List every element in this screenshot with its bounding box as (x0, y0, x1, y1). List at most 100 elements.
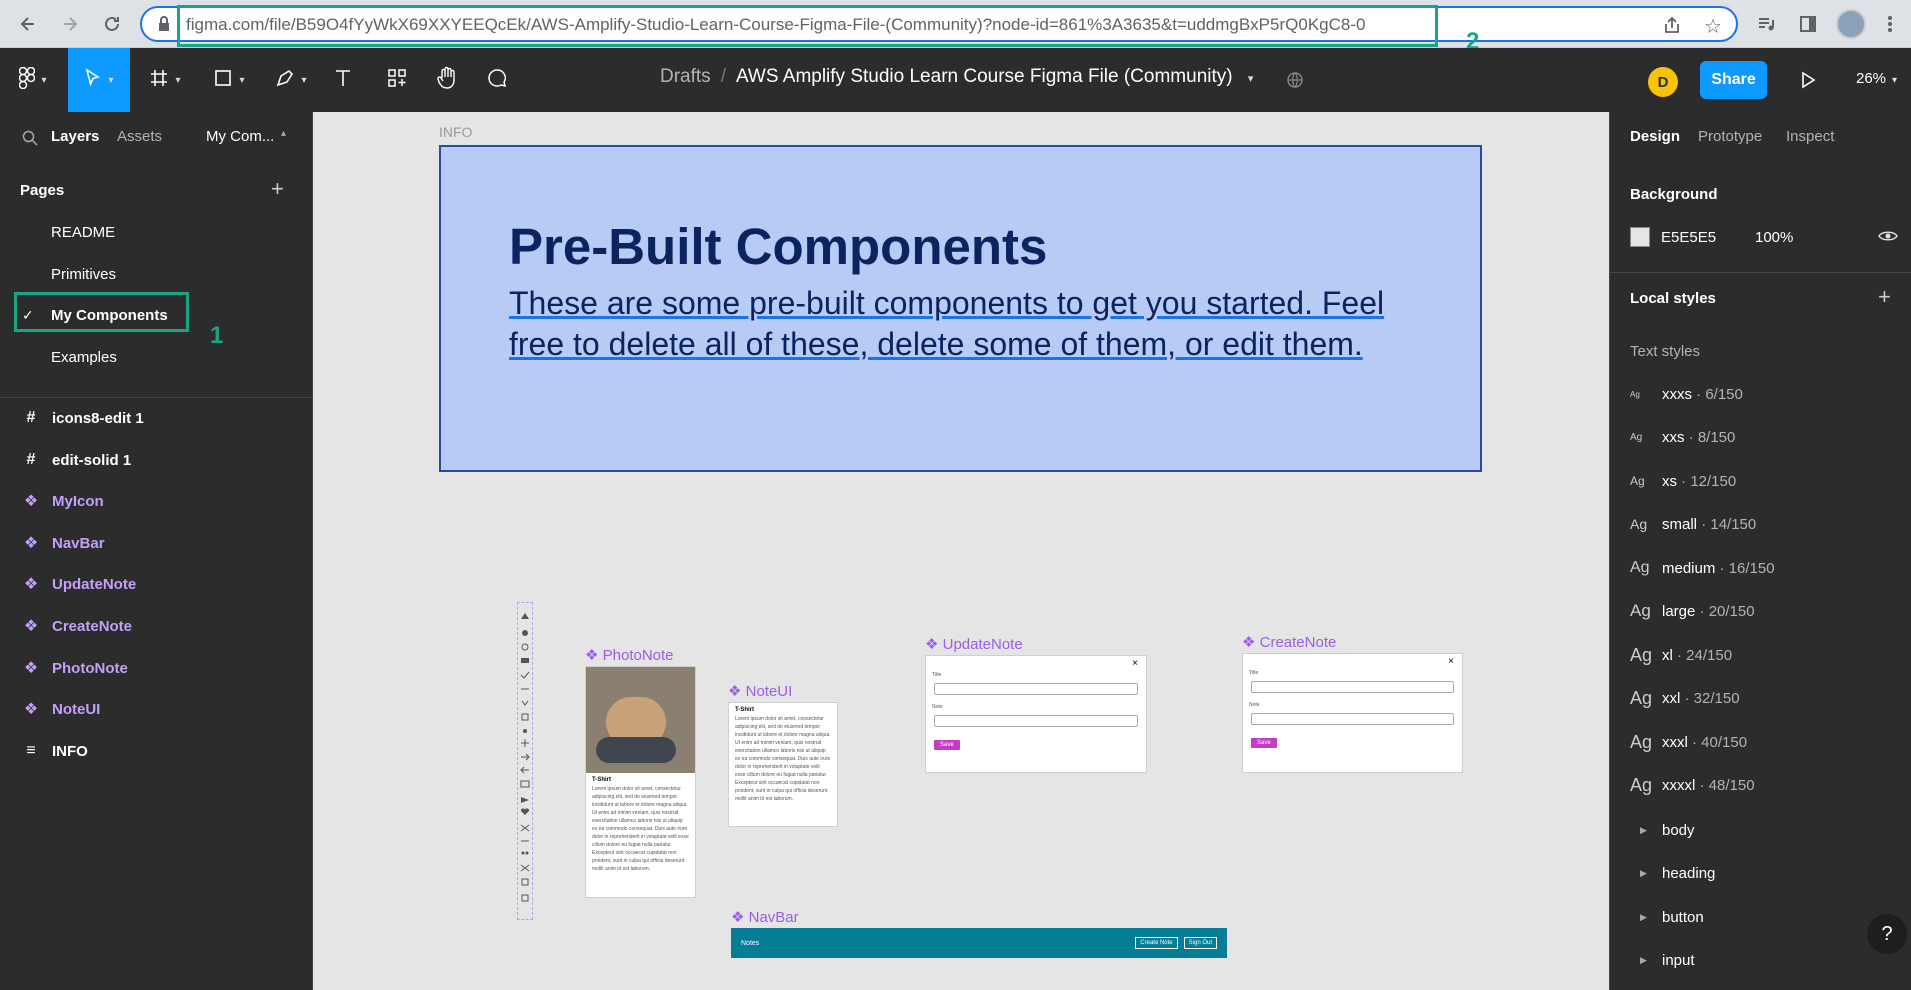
text-style-row[interactable]: Ag xxxs · 6/150 (1630, 382, 1743, 406)
layer-photonote[interactable]: ❖ PhotoNote (20, 656, 300, 680)
component-icon: ❖ (23, 618, 39, 635)
comment-tool-button[interactable] (482, 48, 512, 112)
text-style-name: xxxs (1662, 385, 1692, 403)
close-icon[interactable]: × (926, 656, 1146, 669)
browser-menu-icon[interactable] (1876, 10, 1904, 38)
zoom-level[interactable]: 26% ▾ (1856, 70, 1897, 87)
save-button[interactable]: Save (934, 740, 960, 750)
help-button[interactable]: ? (1867, 914, 1907, 954)
hand-tool-button[interactable] (432, 48, 462, 112)
zoom-value: 26% (1856, 70, 1887, 87)
frame-label-info[interactable]: INFO (439, 124, 472, 140)
info-frame[interactable]: Pre-Built Components These are some pre-… (439, 145, 1482, 472)
style-group-heading[interactable]: ▶ heading (1630, 861, 1715, 885)
tab-layers[interactable]: Layers (51, 128, 99, 145)
present-play-icon[interactable] (1796, 48, 1820, 112)
layer-icons8-edit[interactable]: # icons8-edit 1 (20, 406, 300, 430)
create-note-button[interactable]: Create Note (1135, 937, 1178, 949)
text-style-row[interactable]: Ag xxl · 32/150 (1630, 686, 1740, 710)
profile-avatar[interactable] (1836, 9, 1866, 39)
background-swatch[interactable] (1630, 227, 1650, 247)
style-group-input[interactable]: ▶ input (1630, 948, 1695, 972)
style-group-body[interactable]: ▶ body (1630, 818, 1695, 842)
updatenote-card[interactable]: × Title Note Save (925, 655, 1147, 773)
eye-icon[interactable] (1878, 228, 1898, 249)
navbar-component[interactable]: Notes Create Note Sign Out (731, 928, 1227, 958)
search-icon[interactable] (22, 130, 38, 151)
background-opacity-input[interactable]: 100% (1755, 229, 1793, 246)
design-canvas[interactable]: INFO Pre-Built Components These are some… (313, 112, 1609, 990)
text-style-row[interactable]: Ag xxs · 8/150 (1630, 425, 1735, 449)
text-style-row[interactable]: Ag large · 20/150 (1630, 599, 1755, 623)
resources-button[interactable] (382, 48, 412, 112)
photonote-card[interactable]: T-Shirt Lorem ipsum dolor sit amet, cons… (585, 666, 696, 898)
layer-noteui[interactable]: ❖ NoteUI (20, 697, 300, 721)
user-avatar[interactable]: D (1648, 67, 1678, 97)
chevron-up-icon[interactable]: ▴ (281, 128, 286, 139)
page-switcher[interactable]: My Com... (206, 128, 274, 145)
main-menu-button[interactable]: ▾ (8, 48, 58, 112)
tab-design[interactable]: Design (1630, 128, 1680, 145)
layer-edit-solid[interactable]: # edit-solid 1 (20, 448, 300, 472)
globe-icon[interactable] (1282, 48, 1308, 112)
text-tool-button[interactable] (328, 48, 358, 112)
shape-tool-button[interactable]: ▾ (204, 48, 254, 112)
url-annotation-box (177, 5, 1438, 47)
text-style-row[interactable]: Ag xxxxl · 48/150 (1630, 773, 1755, 797)
forward-icon[interactable] (56, 10, 84, 38)
back-icon[interactable] (14, 10, 42, 38)
background-hex-input[interactable]: E5E5E5 (1661, 229, 1716, 246)
text-style-row[interactable]: Ag xxxl · 40/150 (1630, 730, 1747, 754)
text-style-spec: · 12/150 (1681, 472, 1737, 490)
component-label-noteui[interactable]: ❖ NoteUI (728, 682, 792, 700)
text-style-name: xxs (1662, 428, 1685, 446)
component-label-photonote[interactable]: ❖ PhotoNote (585, 646, 674, 664)
layer-myicon[interactable]: ❖ MyIcon (20, 489, 300, 513)
text-style-row[interactable]: Ag xs · 12/150 (1630, 469, 1736, 493)
tab-prototype[interactable]: Prototype (1698, 128, 1762, 145)
note-field[interactable] (934, 715, 1138, 727)
tab-inspect[interactable]: Inspect (1786, 128, 1834, 145)
text-style-row[interactable]: Ag medium · 16/150 (1630, 556, 1775, 580)
add-style-icon[interactable]: + (1878, 284, 1891, 310)
share-button[interactable]: Share (1700, 61, 1767, 99)
text-style-row[interactable]: Ag small · 14/150 (1630, 512, 1756, 536)
move-tool-button[interactable]: ▾ (68, 48, 130, 112)
title-field[interactable] (934, 683, 1138, 695)
noteui-card[interactable]: T-Shirt Lorem ipsum dolor sit amet, cons… (728, 702, 838, 827)
side-panel-icon[interactable] (1794, 10, 1822, 38)
layer-updatenote[interactable]: ❖ UpdateNote (20, 572, 300, 596)
page-readme[interactable]: README (51, 224, 115, 241)
note-field[interactable] (1251, 713, 1454, 725)
share-page-icon[interactable] (1662, 15, 1682, 40)
myicon-component[interactable] (517, 602, 533, 920)
pen-tool-button[interactable]: ▾ (266, 48, 316, 112)
drafts-link[interactable]: Drafts (660, 66, 711, 87)
file-title[interactable]: AWS Amplify Studio Learn Course Figma Fi… (736, 66, 1233, 87)
frame-tool-button[interactable]: ▾ (140, 48, 190, 112)
chevron-down-icon[interactable]: ▾ (1248, 73, 1254, 85)
layer-info[interactable]: ≡ INFO (20, 739, 300, 763)
cursor-icon (84, 67, 102, 93)
save-button[interactable]: Save (1251, 738, 1277, 748)
media-controls-icon[interactable] (1752, 10, 1780, 38)
title-field[interactable] (1251, 681, 1454, 693)
add-page-icon[interactable]: + (271, 176, 284, 202)
file-breadcrumb[interactable]: Drafts / AWS Amplify Studio Learn Course F… (660, 66, 1253, 88)
close-icon[interactable]: × (1243, 654, 1462, 667)
bookmark-star-icon[interactable]: ☆ (1704, 14, 1722, 39)
tab-assets[interactable]: Assets (117, 128, 162, 145)
text-style-row[interactable]: Ag xl · 24/150 (1630, 643, 1732, 667)
component-label-createnote[interactable]: ❖ CreateNote (1242, 633, 1336, 651)
component-label-navbar[interactable]: ❖ NavBar (731, 908, 799, 926)
text-style-spec: · 16/150 (1719, 559, 1775, 577)
style-group-button[interactable]: ▶ button (1630, 905, 1704, 929)
component-label-updatenote[interactable]: ❖ UpdateNote (925, 635, 1023, 653)
sign-out-button[interactable]: Sign Out (1183, 937, 1217, 949)
reload-icon[interactable] (98, 10, 126, 38)
createnote-card[interactable]: × Title Note Save (1242, 653, 1463, 773)
page-examples[interactable]: Examples (51, 349, 117, 366)
layer-createnote[interactable]: ❖ CreateNote (20, 614, 300, 638)
layer-navbar[interactable]: ❖ NavBar (20, 531, 300, 555)
page-primitives[interactable]: Primitives (51, 266, 116, 283)
